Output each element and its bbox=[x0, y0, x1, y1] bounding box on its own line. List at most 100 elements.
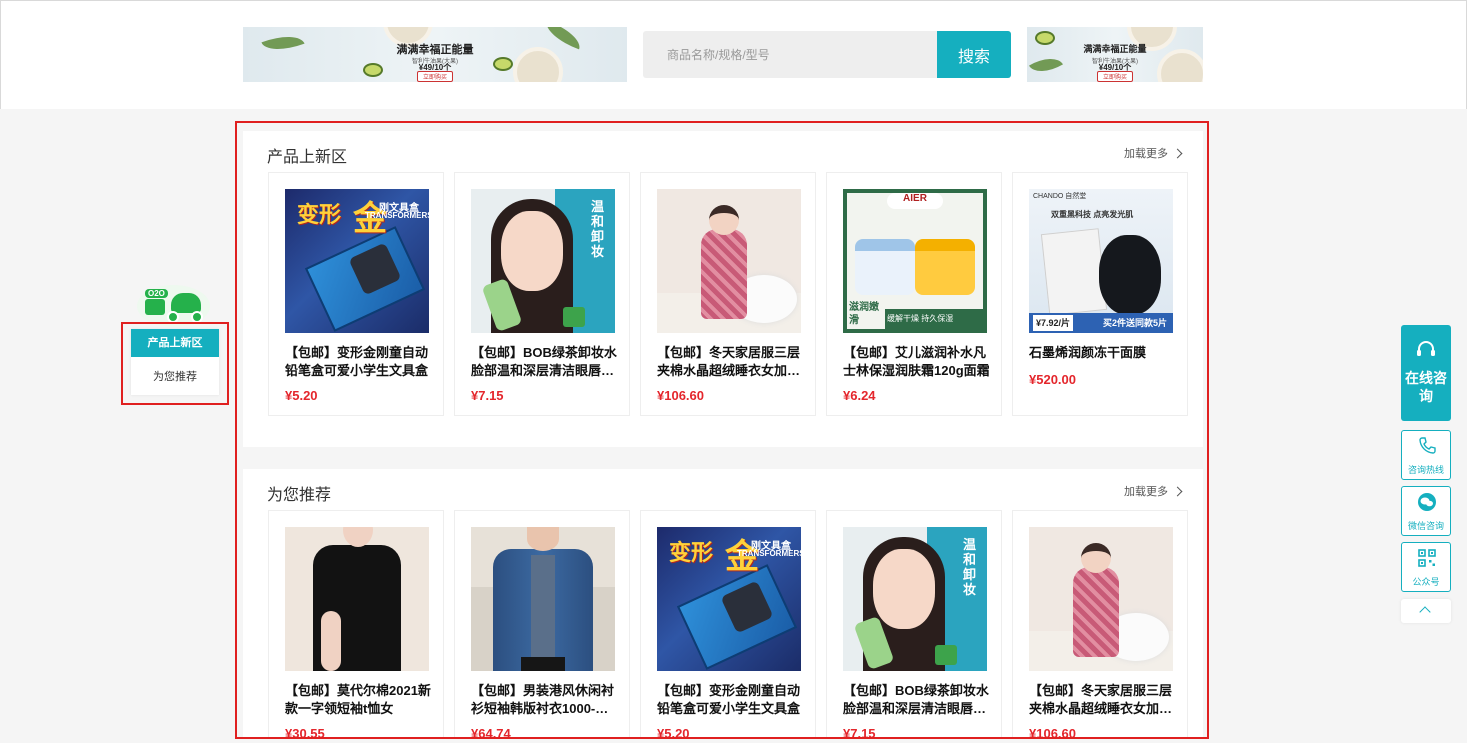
product-price: ¥64.74 bbox=[471, 726, 511, 739]
product-card[interactable]: CHANDO 自然堂 双重黑科技 点亮发光肌 买2件送同款5片 ¥7.92/片 … bbox=[1012, 172, 1188, 416]
product-image[interactable]: 变形 金 刚文具盒 TRANSFORMERS bbox=[657, 527, 801, 671]
side-nav-highlight: 产品上新区 为您推荐 bbox=[121, 322, 229, 405]
product-name[interactable]: 【包邮】莫代尔棉2021新款一字领短袖t恤女 bbox=[285, 682, 433, 718]
image-caption: 温和卸妆 bbox=[963, 537, 977, 597]
model-head-graphic bbox=[343, 527, 373, 547]
load-more-link[interactable]: 加载更多 bbox=[1124, 145, 1183, 161]
inner-shirt-graphic bbox=[531, 555, 555, 671]
online-consult-label: 在线咨询 bbox=[1405, 370, 1447, 404]
hotline-button[interactable]: 咨询热线 bbox=[1401, 430, 1451, 480]
section-recommended: 为您推荐 加载更多 【包邮】莫代尔棉2021新款一字领短袖t恤女 ¥30.55 bbox=[243, 469, 1203, 739]
pajama-graphic bbox=[1073, 567, 1119, 657]
image-price-tag: ¥7.92/片 bbox=[1033, 315, 1073, 331]
product-card[interactable]: 【包邮】冬天家居服三层夹棉水晶超绒睡衣女加厚套装 ¥106.60 bbox=[640, 172, 816, 416]
product-grid: 变形 金 刚文具盒 TRANSFORMERS 【包邮】变形金刚童自动铅笔盒可爱小… bbox=[268, 172, 1188, 416]
headset-icon bbox=[1417, 341, 1435, 356]
product-name[interactable]: 【包邮】变形金刚童自动铅笔盒可爱小学生文具盒 bbox=[657, 682, 805, 718]
brand-logo: AIER bbox=[887, 193, 943, 209]
section-title: 产品上新区 bbox=[267, 149, 348, 166]
qr-code-icon bbox=[1418, 549, 1436, 567]
product-price: ¥7.15 bbox=[471, 388, 504, 403]
o2o-delivery-logo: O2O bbox=[137, 285, 210, 327]
model-head-graphic bbox=[527, 527, 559, 551]
chevron-right-icon bbox=[1172, 486, 1183, 496]
banner-buy-button[interactable]: 立即购买 bbox=[1096, 71, 1134, 82]
anchor-recommended[interactable]: 为您推荐 bbox=[131, 363, 219, 391]
banner-ad-right[interactable]: 满满幸福正能量 智利牛油果(大果) ¥49/10个 立即购买 bbox=[1027, 27, 1203, 82]
anchor-new-products[interactable]: 产品上新区 bbox=[131, 329, 219, 357]
product-price: ¥520.00 bbox=[1029, 372, 1076, 387]
product-card[interactable]: 变形 金 刚文具盒 TRANSFORMERS 【包邮】变形金刚童自动铅笔盒可爱小… bbox=[640, 510, 816, 739]
product-image[interactable] bbox=[285, 527, 429, 671]
search-button[interactable]: 搜索 bbox=[937, 31, 1011, 78]
image-caption: 温和卸妆 bbox=[591, 199, 605, 259]
product-image[interactable] bbox=[1029, 527, 1173, 671]
pants-graphic bbox=[521, 657, 565, 671]
cream-jar-graphic bbox=[915, 239, 975, 295]
back-to-top-button[interactable] bbox=[1401, 599, 1451, 623]
section-new-products: 产品上新区 加载更多 变形 金 刚文具盒 TRANSFORMERS 【包邮】变形… bbox=[243, 131, 1203, 447]
delivery-box-icon bbox=[145, 299, 165, 315]
model-head-graphic bbox=[1081, 543, 1111, 573]
banner-title: 满满幸福正能量 bbox=[1083, 44, 1147, 54]
product-card[interactable]: 温和卸妆 【包邮】BOB绿茶卸妆水脸部温和深层清洁眼唇卸妆液 ¥7.15 bbox=[826, 510, 1002, 737]
product-price: ¥5.20 bbox=[657, 726, 690, 739]
wechat-consult-button[interactable]: 微信咨询 bbox=[1401, 486, 1451, 536]
product-card[interactable]: 温和卸妆 【包邮】BOB绿茶卸妆水脸部温和深层清洁眼唇卸妆液 ¥7.15 bbox=[454, 172, 630, 416]
product-name[interactable]: 【包邮】艾儿滋润补水凡士林保湿润肤霜120g面霜 bbox=[843, 344, 991, 380]
product-name[interactable]: 【包邮】冬天家居服三层夹棉水晶超绒睡衣女加厚套装 bbox=[657, 344, 805, 380]
official-account-label: 公众号 bbox=[1412, 577, 1440, 587]
product-card[interactable]: AIER 缓解干燥 持久保湿 滋润嫩滑 【包邮】艾儿滋润补水凡士林保湿润肤霜12… bbox=[826, 172, 1002, 416]
official-account-button[interactable]: 公众号 bbox=[1401, 542, 1451, 592]
cream-jar-graphic bbox=[855, 239, 915, 295]
image-caption: 变形 bbox=[669, 540, 714, 565]
product-price: ¥30.55 bbox=[285, 726, 325, 739]
banner-ad-left[interactable]: 满满幸福正能量 智利牛油果(大果) ¥49/10个 立即购买 bbox=[243, 27, 627, 82]
brand-logo: CHANDO 自然堂 bbox=[1033, 193, 1087, 200]
wechat-icon bbox=[1418, 493, 1436, 511]
model-arm-graphic bbox=[321, 611, 341, 671]
load-more-link[interactable]: 加载更多 bbox=[1124, 483, 1183, 499]
load-more-label: 加载更多 bbox=[1124, 486, 1168, 498]
product-price: ¥5.20 bbox=[285, 388, 318, 403]
product-name[interactable]: 【包邮】冬天家居服三层夹棉水晶超绒睡衣女加厚套装 bbox=[1029, 682, 1177, 718]
scooter-icon bbox=[171, 293, 201, 313]
product-price: ¥6.24 bbox=[843, 388, 876, 403]
model-head-graphic bbox=[709, 205, 739, 235]
product-image[interactable] bbox=[657, 189, 801, 333]
image-caption: TRANSFORMERS bbox=[365, 211, 429, 220]
mask-pack-graphic bbox=[1040, 228, 1108, 316]
product-name[interactable]: 【包邮】BOB绿茶卸妆水脸部温和深层清洁眼唇卸妆液 bbox=[843, 682, 991, 718]
chevron-up-icon bbox=[1419, 606, 1431, 618]
banner-buy-button[interactable]: 立即购买 bbox=[416, 71, 454, 82]
plant-badge-icon bbox=[935, 645, 957, 665]
o2o-label: O2O bbox=[145, 289, 168, 298]
product-name[interactable]: 石墨烯润颜冻干面膜 bbox=[1029, 344, 1177, 362]
wechat-label: 微信咨询 bbox=[1407, 521, 1444, 531]
product-name[interactable]: 【包邮】BOB绿茶卸妆水脸部温和深层清洁眼唇卸妆液 bbox=[471, 344, 619, 380]
product-image[interactable]: 温和卸妆 bbox=[471, 189, 615, 333]
header: 满满幸福正能量 智利牛油果(大果) ¥49/10个 立即购买 搜索 满满幸福正能… bbox=[0, 0, 1467, 109]
content-highlight-frame: 产品上新区 加载更多 变形 金 刚文具盒 TRANSFORMERS 【包邮】变形… bbox=[235, 121, 1209, 739]
pajama-graphic bbox=[701, 229, 747, 319]
product-card[interactable]: 【包邮】男装港风休闲衬衫短袖韩版衬衣1000-丹宁蓝 ¥64.74 bbox=[454, 510, 630, 739]
image-caption: 变形 bbox=[297, 202, 342, 227]
product-image[interactable]: 温和卸妆 bbox=[843, 527, 987, 671]
product-card[interactable]: 【包邮】莫代尔棉2021新款一字领短袖t恤女 ¥30.55 bbox=[268, 510, 444, 739]
product-name[interactable]: 【包邮】男装港风休闲衬衫短袖韩版衬衣1000-丹宁蓝 bbox=[471, 682, 619, 718]
image-caption: 双重黑科技 点亮发光肌 bbox=[1051, 210, 1134, 219]
product-card[interactable]: 变形 金 刚文具盒 TRANSFORMERS 【包邮】变形金刚童自动铅笔盒可爱小… bbox=[268, 172, 444, 416]
product-price: ¥106.60 bbox=[657, 388, 704, 403]
section-title: 为您推荐 bbox=[267, 487, 332, 504]
product-image[interactable]: AIER 缓解干燥 持久保湿 滋润嫩滑 bbox=[843, 189, 987, 333]
image-caption: 滋润嫩滑 bbox=[847, 299, 885, 329]
product-name[interactable]: 【包邮】变形金刚童自动铅笔盒可爱小学生文具盒 bbox=[285, 344, 433, 380]
product-card[interactable]: 【包邮】冬天家居服三层夹棉水晶超绒睡衣女加厚套装 ¥106.60 bbox=[1012, 510, 1188, 737]
product-image[interactable] bbox=[471, 527, 615, 671]
product-image[interactable]: 变形 金 刚文具盒 TRANSFORMERS bbox=[285, 189, 429, 333]
banner-title: 满满幸福正能量 bbox=[396, 44, 474, 56]
product-image[interactable]: CHANDO 自然堂 双重黑科技 点亮发光肌 买2件送同款5片 ¥7.92/片 bbox=[1029, 189, 1173, 333]
hotline-label: 咨询热线 bbox=[1407, 465, 1444, 475]
search-input[interactable] bbox=[643, 31, 937, 78]
online-consult-button[interactable]: 在线咨询 bbox=[1401, 325, 1451, 421]
